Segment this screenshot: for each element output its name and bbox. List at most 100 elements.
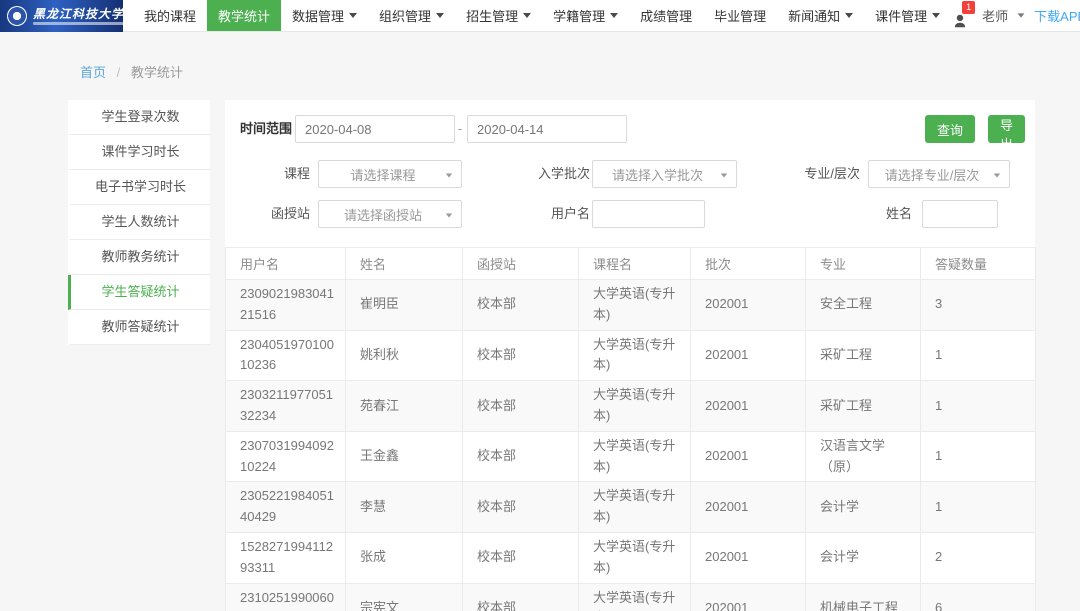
nav-item-news-notice[interactable]: 新闻通知 (777, 0, 864, 31)
chevron-down-icon (721, 174, 727, 178)
table-cell: 230703199409210224 (226, 431, 346, 482)
qa-stats-table: 用户名姓名函授站课程名批次专业答疑数量 230902198304121516崔明… (225, 247, 1036, 611)
table-cell: 230902198304121516 (226, 280, 346, 331)
download-app-link[interactable]: 下载APP (1034, 6, 1080, 25)
username-input[interactable] (592, 200, 705, 228)
university-name: 黑龙江科技大学 (33, 8, 124, 20)
table-cell: 张成 (346, 532, 463, 583)
user-menu[interactable]: 1 (951, 5, 973, 31)
batch-select-value: 请选择入学批次 (612, 165, 717, 184)
nav-item-grade-management[interactable]: 成绩管理 (629, 0, 703, 31)
table-cell: 230405197010010236 (226, 330, 346, 381)
table-cell: 大学英语(专升本) (579, 280, 691, 331)
table-cell: 崔明臣 (346, 280, 463, 331)
table-cell: 202001 (691, 532, 806, 583)
table-cell: 汉语言文学（原） (806, 431, 921, 482)
name-input[interactable] (922, 200, 998, 228)
table-cell: 大学英语(专升本) (579, 532, 691, 583)
station-select-value: 请选择函授站 (344, 205, 436, 224)
chevron-down-icon (845, 13, 853, 18)
sidebar-item-teacher-academic-stats[interactable]: 教师教务统计 (68, 240, 210, 275)
table-cell: 202001 (691, 482, 806, 533)
university-logo[interactable]: 黑龙江科技大学 (0, 0, 123, 32)
chevron-down-icon (932, 13, 940, 18)
table-cell: 6 (921, 583, 1036, 611)
table-header-cell: 批次 (691, 248, 806, 280)
chevron-down-icon (523, 13, 531, 18)
table-cell: 1 (921, 482, 1036, 533)
batch-label: 入学批次 (520, 160, 590, 188)
sidebar-item-ebook-study-time[interactable]: 电子书学习时长 (68, 170, 210, 205)
user-role-label: 老师 (982, 6, 1008, 25)
table-cell: 大学英语(专升本) (579, 381, 691, 432)
chevron-down-icon[interactable] (1018, 13, 1025, 17)
navbar-right: 1 老师 下载APP (951, 0, 1080, 31)
table-cell: 宗宪文 (346, 583, 463, 611)
table-cell: 202001 (691, 431, 806, 482)
table-row: 230902198304121516崔明臣校本部大学英语(专升本)202001安… (226, 280, 1036, 331)
course-select[interactable]: 请选择课程 (318, 160, 462, 188)
table-cell: 会计学 (806, 532, 921, 583)
major-select[interactable]: 请选择专业/层次 (868, 160, 1010, 188)
table-header-cell: 课程名 (579, 248, 691, 280)
notification-badge[interactable]: 1 (962, 1, 975, 14)
sidebar-item-courseware-study-time[interactable]: 课件学习时长 (68, 135, 210, 170)
breadcrumb: 首页 / 教学统计 (80, 62, 183, 81)
chevron-down-icon (349, 13, 357, 18)
nav-item-admission-management[interactable]: 招生管理 (455, 0, 542, 31)
table-cell: 大学英语(专升本) (579, 330, 691, 381)
chevron-down-icon (446, 174, 452, 178)
nav-item-org-management[interactable]: 组织管理 (368, 0, 455, 31)
main-menu: 我的课程教学统计 数据管理 组织管理招生管理学籍管理成绩管理毕业管理新闻通知课件管理 (133, 0, 951, 31)
table-cell: 202001 (691, 330, 806, 381)
station-select[interactable]: 请选择函授站 (318, 200, 462, 228)
nav-item-courseware-management[interactable]: 课件管理 (864, 0, 951, 31)
breadcrumb-home-link[interactable]: 首页 (80, 65, 106, 80)
chevron-down-icon (994, 174, 1000, 178)
nav-item-label: 毕业管理 (714, 6, 766, 25)
table-row: 152827199411293311张成校本部大学英语(专升本)202001会计… (226, 532, 1036, 583)
nav-item-label: 数据管理 (292, 6, 344, 25)
table-row: 231025199006074919宗宪文校本部大学英语(专升本)202001机… (226, 583, 1036, 611)
table-header-cell: 专业 (806, 248, 921, 280)
sidebar-item-student-count-stats[interactable]: 学生人数统计 (68, 205, 210, 240)
table-row: 230405197010010236姚利秋校本部大学英语(专升本)202001采… (226, 330, 1036, 381)
nav-item-my-courses[interactable]: 我的课程 (133, 0, 207, 31)
table-header-cell: 答疑数量 (921, 248, 1036, 280)
breadcrumb-separator: / (117, 65, 121, 80)
table-cell: 1 (921, 330, 1036, 381)
table-cell: 152827199411293311 (226, 532, 346, 583)
table-cell: 校本部 (463, 532, 579, 583)
table-cell: 1 (921, 431, 1036, 482)
nav-item-label: 教学统计 (218, 6, 270, 25)
date-from-input[interactable] (295, 115, 455, 143)
sidebar-item-student-qa-stats[interactable]: 学生答疑统计 (68, 275, 210, 310)
export-button[interactable]: 导出 (988, 115, 1025, 143)
table-cell: 202001 (691, 280, 806, 331)
course-select-value: 请选择课程 (350, 165, 429, 184)
nav-item-label: 课件管理 (875, 6, 927, 25)
table-cell: 苑春江 (346, 381, 463, 432)
nav-item-graduation-management[interactable]: 毕业管理 (703, 0, 777, 31)
table-cell: 校本部 (463, 482, 579, 533)
table-cell: 大学英语(专升本) (579, 583, 691, 611)
table-header-cell: 函授站 (463, 248, 579, 280)
sidebar-item-student-login-count[interactable]: 学生登录次数 (68, 100, 210, 135)
username-label: 用户名 (520, 200, 590, 228)
table-cell: 230522198405140429 (226, 482, 346, 533)
batch-select[interactable]: 请选择入学批次 (592, 160, 737, 188)
filter-row-inputs: 函授站 请选择函授站 用户名 姓名 (240, 200, 1020, 228)
table-cell: 采矿工程 (806, 330, 921, 381)
nav-item-student-status-management[interactable]: 学籍管理 (542, 0, 629, 31)
nav-item-data-management[interactable]: 数据管理 (281, 0, 368, 31)
table-cell: 大学英语(专升本) (579, 431, 691, 482)
date-to-input[interactable] (467, 115, 627, 143)
sidebar-item-teacher-qa-stats[interactable]: 教师答疑统计 (68, 310, 210, 345)
table-cell: 李慧 (346, 482, 463, 533)
table-row: 230703199409210224王金鑫校本部大学英语(专升本)202001汉… (226, 431, 1036, 482)
top-navbar: 黑龙江科技大学 我的课程教学统计 数据管理 组织管理招生管理学籍管理成绩管理毕业管理… (0, 0, 1080, 32)
table-cell: 202001 (691, 381, 806, 432)
nav-item-teaching-stats[interactable]: 教学统计 (207, 0, 281, 31)
table-cell: 231025199006074919 (226, 583, 346, 611)
query-button[interactable]: 查询 (925, 115, 975, 143)
